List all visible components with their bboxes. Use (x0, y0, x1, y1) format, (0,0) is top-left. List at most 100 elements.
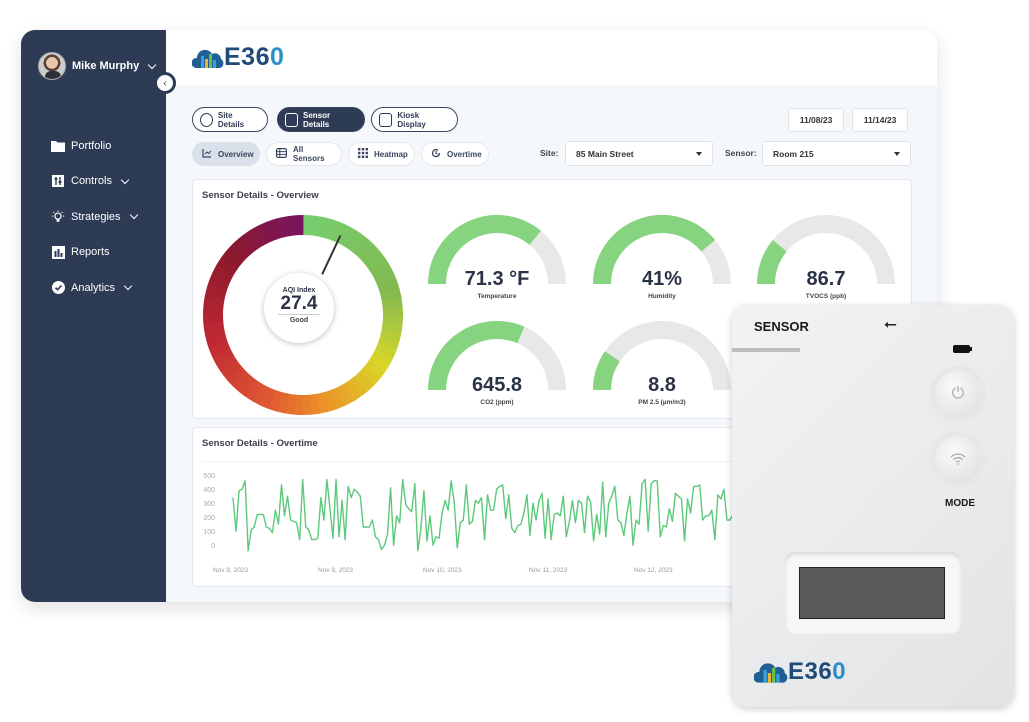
sidebar-item-portfolio[interactable]: Portfolio (51, 128, 137, 164)
wifi-icon (950, 453, 966, 465)
aqi-ring-segment (336, 224, 354, 246)
device-indicator-line (732, 348, 800, 352)
brand-logo: E360 (192, 43, 284, 72)
aqi-ring-segment (359, 366, 380, 387)
gauge-value: 71.3 °F (464, 268, 530, 290)
aqi-ring-segment (260, 387, 276, 409)
tab-label: Site Details (217, 110, 245, 129)
aqi-ring-segment (277, 216, 290, 238)
subtab-all-sensors[interactable]: All Sensors (266, 142, 342, 166)
end-date-input[interactable]: 11/14/23 (852, 108, 908, 132)
aqi-ring-segment (348, 233, 368, 255)
aqi-ring-segment (206, 280, 228, 295)
subtab-label: Overtime (447, 149, 482, 159)
start-date-input[interactable]: 11/08/23 (788, 108, 844, 132)
sidebar: Mike Murphy Portfolio Controls Strategie… (21, 30, 166, 602)
tab-sensor-details[interactable]: Sensor Details (277, 107, 365, 132)
top-bar: E360 (166, 30, 937, 85)
aqi-needle (321, 234, 342, 275)
user-menu[interactable]: Mike Murphy (38, 52, 157, 80)
avatar (38, 52, 66, 80)
gauge-value: 41% (641, 268, 683, 290)
power-icon: ⏻ (951, 385, 965, 402)
device-title: SENSOR (754, 319, 809, 334)
aqi-ring-segment (268, 390, 283, 412)
aqi-ring-segment (323, 218, 338, 240)
aqi-ring-segment (203, 321, 225, 333)
aqi-ring-segment (375, 342, 397, 358)
aqi-ring-segment (342, 228, 361, 250)
history-icon (431, 148, 441, 160)
sidebar-item-label: Reports (71, 246, 110, 259)
subtab-overview[interactable]: Overview (192, 142, 260, 166)
sidebar-item-strategies[interactable]: Strategies (51, 199, 138, 235)
sidebar-item-analytics[interactable]: Analytics (51, 270, 137, 306)
aqi-status: Good (289, 317, 309, 324)
aqi-ring-segment (260, 220, 277, 243)
cloud-city-icon (192, 49, 224, 68)
aqi-ring-segment (330, 221, 346, 243)
chevron-down-icon (120, 175, 130, 184)
site-select[interactable]: 85 Main Street (565, 141, 713, 166)
table-icon (276, 148, 288, 160)
aqi-ring-segment (359, 244, 380, 264)
metric-gauge: 645.8 CO2 (ppm) (425, 318, 569, 418)
sidebar-item-label: Strategies (71, 210, 121, 223)
aqi-ring-segment (238, 232, 258, 254)
caret-down-icon (894, 152, 900, 156)
device-brand-logo: E360 (754, 658, 846, 686)
device-lcd-screen (799, 567, 945, 619)
tab-kiosk-display[interactable]: Kiosk Display (371, 107, 458, 132)
aqi-ring-segment (323, 390, 338, 412)
check-circle-icon (51, 281, 65, 295)
chevron-down-icon (123, 282, 133, 291)
chart-line-icon (202, 148, 212, 160)
metric-gauge: 86.7 TVOCS (ppb) (754, 212, 898, 312)
aqi-ring-segment (329, 387, 346, 410)
aqi-ring-segment (238, 375, 258, 397)
subtab-heatmap[interactable]: Heatmap (348, 142, 415, 166)
gauge-value: 86.7 (806, 268, 846, 290)
grid-icon (358, 148, 368, 160)
aqi-ring-segment (342, 380, 361, 402)
aqi-ring-segment (253, 224, 270, 246)
aqi-ring-segment (209, 272, 231, 288)
gauge-value: 8.8 (648, 374, 676, 396)
aqi-ring-segment (363, 360, 385, 380)
aqi-ring-segment (316, 392, 329, 414)
aqi-ring-segment (348, 376, 368, 398)
aqi-ring-segment (285, 215, 297, 237)
mode-button[interactable] (935, 436, 981, 482)
gauge-label: TVOCS (ppb) (805, 293, 847, 300)
aqi-ring-segment (221, 250, 243, 270)
metric-gauge: 8.8 PM 2.5 (µm/m3) (590, 318, 734, 418)
aqi-center: AQI Index 27.4 Good (264, 273, 334, 343)
sensor-select[interactable]: Room 215 (762, 141, 911, 166)
aqi-ring-segment (316, 216, 330, 238)
sliders-icon (51, 174, 65, 188)
subtab-overtime[interactable]: Overtime (421, 142, 489, 166)
user-name: Mike Murphy (72, 60, 140, 72)
series-line (232, 478, 734, 552)
aqi-ring-segment (245, 228, 264, 250)
power-button[interactable]: ⏻ (935, 371, 981, 417)
sidebar-item-controls[interactable]: Controls (51, 164, 137, 200)
collapse-sidebar-button[interactable]: ‹ (154, 72, 176, 94)
aqi-ring-segment (204, 328, 226, 341)
battery-icon (953, 345, 972, 353)
gauge-label: PM 2.5 (µm/m3) (638, 399, 686, 406)
aqi-ring-segment (268, 218, 283, 240)
gauge-label: Temperature (477, 293, 517, 300)
gauge-label: Humidity (648, 293, 676, 300)
aqi-ring-segment (380, 328, 402, 342)
aqi-ring-segment (375, 272, 398, 289)
usb-icon: ⭠ (884, 316, 897, 333)
subtab-label: All Sensors (293, 145, 325, 163)
aqi-ring-segment (309, 215, 321, 237)
tab-label: Kiosk Display (397, 110, 426, 129)
sidebar-item-reports[interactable]: Reports (51, 235, 137, 271)
aqi-ring-segment (354, 371, 374, 392)
sensor-value: Room 215 (773, 148, 814, 159)
aqi-ring-segment (368, 257, 390, 276)
tab-site-details[interactable]: Site Details (192, 107, 268, 132)
